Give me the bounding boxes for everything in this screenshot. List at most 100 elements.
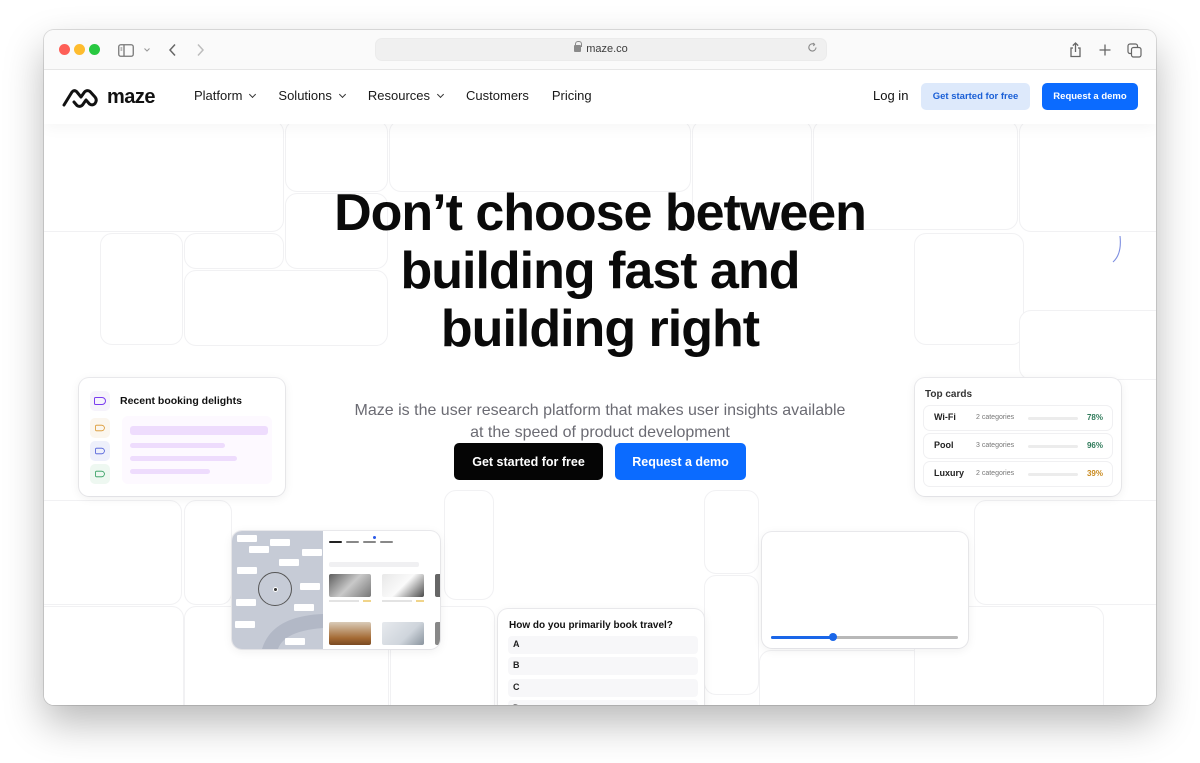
top-card-bar <box>1028 445 1078 448</box>
option-label: D <box>513 703 520 705</box>
bg-tile <box>704 575 759 695</box>
question-title: How do you primarily book travel? <box>509 620 673 631</box>
map-listing-card <box>232 531 440 649</box>
chevron-down-icon <box>338 90 346 98</box>
forward-icon[interactable] <box>196 40 205 60</box>
listing-price <box>416 600 424 602</box>
map-label <box>235 621 255 628</box>
top-card-row: Pool 3 categories 96% <box>924 434 1112 458</box>
share-icon[interactable] <box>1069 40 1082 60</box>
answer-option-b[interactable]: B <box>508 657 698 675</box>
map-label <box>249 546 269 553</box>
new-tab-icon[interactable] <box>1099 40 1111 60</box>
address-bar[interactable]: maze.co <box>375 38 827 61</box>
top-card-categories: 2 categories <box>976 469 1015 477</box>
listing-tab <box>363 541 376 543</box>
answer-option-c[interactable]: C <box>508 679 698 697</box>
listing-photo <box>382 574 424 597</box>
top-card-bar <box>1028 417 1078 420</box>
listing-caption <box>382 600 412 602</box>
nav-customers[interactable]: Customers <box>466 88 529 103</box>
map-preview <box>232 531 323 649</box>
map-label <box>236 599 256 606</box>
logo-text: maze <box>107 86 156 108</box>
close-window-button[interactable] <box>59 44 70 55</box>
listing-price <box>363 600 371 602</box>
map-label <box>294 604 314 611</box>
map-label <box>302 549 322 556</box>
top-card-row: Wi-Fi 2 categories 78% <box>924 406 1112 430</box>
tag-icon <box>90 441 110 461</box>
map-label <box>279 559 299 566</box>
back-icon[interactable] <box>168 40 177 60</box>
bg-tile <box>184 500 232 605</box>
chevron-down-icon <box>436 90 445 98</box>
top-card-categories: 3 categories <box>976 441 1015 449</box>
map-radius-circle <box>258 572 292 606</box>
option-label: B <box>513 660 520 670</box>
sidebar-icon[interactable] <box>118 40 134 60</box>
tag-icon <box>90 418 110 438</box>
option-label: C <box>513 682 520 692</box>
top-card-percent: 39% <box>1086 469 1103 478</box>
browser-toolbar: maze.co <box>44 30 1156 70</box>
site-navbar: maze Platform Solutions Resources Custom… <box>44 70 1156 124</box>
map-label <box>300 583 320 590</box>
top-cards-card: Top cards Wi-Fi 2 categories 78% Pool 3 … <box>915 378 1121 496</box>
main-nav: Platform Solutions Resources Customers P… <box>194 88 615 103</box>
top-cards-title: Top cards <box>925 389 973 400</box>
reload-icon[interactable] <box>807 42 818 56</box>
maximize-window-button[interactable] <box>89 44 100 55</box>
nav-platform[interactable]: Platform <box>194 88 257 103</box>
top-card-bar <box>1028 473 1078 476</box>
web-page: maze Platform Solutions Resources Custom… <box>44 70 1156 705</box>
top-card-name: Wi-Fi <box>934 412 956 422</box>
hero-title: Don’t choose between building fast and b… <box>44 184 1156 358</box>
listing-tab <box>329 541 342 543</box>
bg-tile <box>44 606 184 705</box>
top-card-categories: 2 categories <box>976 413 1015 421</box>
listing-heading-placeholder <box>329 562 419 567</box>
nav-resources[interactable]: Resources <box>367 88 445 103</box>
top-card-row: Luxury 2 categories 39% <box>924 462 1112 486</box>
listing-photo <box>435 574 440 597</box>
nav-pricing[interactable]: Pricing <box>552 88 592 103</box>
map-label <box>237 535 257 542</box>
nav-request-demo-button[interactable]: Request a demo <box>1042 83 1138 110</box>
url-text: maze.co <box>586 43 628 55</box>
nav-solutions[interactable]: Solutions <box>278 88 346 103</box>
nav-resources-label: Resources <box>367 88 431 103</box>
tabs-overview-icon[interactable] <box>1127 40 1142 60</box>
listing-photo <box>329 574 371 597</box>
booking-delights-card: Recent booking delights <box>79 378 285 496</box>
top-card-percent: 96% <box>1086 441 1103 450</box>
placeholder-line <box>130 426 268 435</box>
booking-preview <box>122 416 272 484</box>
top-card-percent: 78% <box>1086 413 1103 422</box>
nav-customers-label: Customers <box>466 88 529 103</box>
maze-logo-icon <box>62 88 98 108</box>
bg-tile <box>389 120 691 192</box>
nav-pricing-label: Pricing <box>551 88 592 103</box>
hero-get-started-button[interactable]: Get started for free <box>454 443 603 480</box>
listing-photo <box>382 622 424 645</box>
survey-question-card: How do you primarily book travel? A B C … <box>498 609 704 705</box>
placeholder-line <box>130 469 210 474</box>
bg-tile <box>974 500 1156 605</box>
nav-get-started-button[interactable]: Get started for free <box>921 83 1030 110</box>
slider-handle[interactable] <box>828 633 837 641</box>
login-link[interactable]: Log in <box>873 88 908 103</box>
chevron-down-icon[interactable] <box>143 40 151 60</box>
top-card-name: Luxury <box>934 468 965 478</box>
minimize-window-button[interactable] <box>74 44 85 55</box>
answer-option-a[interactable]: A <box>508 636 698 654</box>
answer-option-d[interactable]: D <box>508 700 698 705</box>
maze-logo[interactable]: maze <box>61 86 156 109</box>
placeholder-line <box>130 443 225 448</box>
hero-request-demo-button[interactable]: Request a demo <box>615 443 746 480</box>
listing-caption <box>329 600 359 602</box>
map-label <box>237 567 257 574</box>
placeholder-line <box>130 456 237 461</box>
slider-track[interactable] <box>771 633 958 641</box>
indicator-dot <box>373 536 376 539</box>
